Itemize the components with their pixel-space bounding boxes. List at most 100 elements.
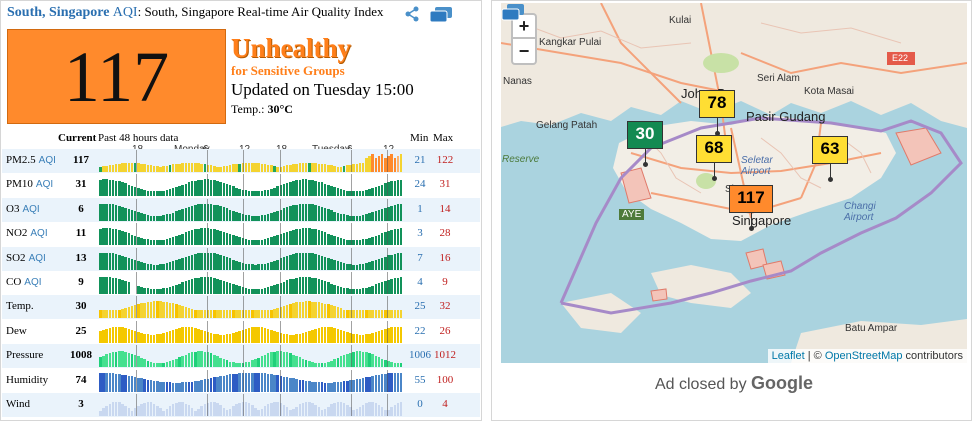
sparkline-bar (339, 402, 343, 416)
table-row[interactable]: O3 AQI 6 1 14 (2, 197, 480, 222)
history-sparkline[interactable] (99, 247, 403, 270)
sparkline-bar (257, 372, 260, 392)
city-link[interactable]: South, Singapore (7, 5, 109, 20)
sparkline-bar (238, 213, 241, 221)
sparkline-bar (216, 403, 219, 416)
sparkline-bar (162, 215, 165, 221)
sparkline-bar (187, 326, 191, 343)
sparkline-bar (273, 351, 276, 368)
sparkline-bar (171, 212, 175, 221)
current-value: 31 (75, 178, 87, 191)
sparkline-bar (311, 301, 314, 319)
aqi-link[interactable]: AQI (113, 5, 138, 20)
table-row[interactable]: SO2 AQI 13 7 16 (2, 246, 480, 271)
table-row[interactable]: PM2.5 AQI 117 21 122 (2, 149, 480, 173)
sparkline-bar (320, 302, 324, 319)
sparkline-bar (247, 403, 251, 416)
pollutant-unit: AQI (28, 252, 46, 264)
sparkline-bar (295, 302, 298, 319)
table-row[interactable]: NO2 AQI 11 3 28 (2, 222, 480, 246)
max-value: 4 (442, 398, 448, 410)
max-value: 31 (439, 178, 451, 191)
sparkline-bar (121, 255, 124, 270)
history-sparkline[interactable] (99, 223, 403, 246)
current-value: 9 (78, 276, 84, 288)
sparkline-gridline (387, 272, 388, 294)
history-sparkline[interactable] (99, 150, 403, 172)
osm-link[interactable]: OpenStreetMap (825, 350, 903, 362)
sparkline-gridline (136, 272, 137, 294)
sparkline-bar (105, 228, 108, 246)
window-icon[interactable] (429, 6, 453, 23)
history-sparkline[interactable] (99, 320, 403, 343)
max-value: 122 (436, 154, 454, 166)
history-sparkline[interactable] (99, 272, 403, 294)
share-icon[interactable] (404, 6, 420, 22)
sparkline-bar (390, 278, 393, 294)
sparkline-bar (273, 260, 276, 270)
sparkline-bar (152, 403, 156, 416)
sparkline-gridline (136, 345, 137, 368)
sparkline-bar (190, 230, 194, 246)
window-icon[interactable] (501, 3, 525, 21)
sparkline-bar (171, 382, 175, 392)
sparkline-bar (361, 310, 365, 319)
sparkline-bar (140, 357, 143, 368)
history-sparkline[interactable] (99, 296, 403, 319)
leaflet-link[interactable]: Leaflet (772, 350, 805, 362)
sparkline-bar (168, 302, 172, 319)
sparkline-bar (216, 310, 219, 319)
sparkline-bar (333, 235, 336, 246)
sparkline-gridline (243, 272, 244, 294)
aqi-marker[interactable]: 30 (627, 121, 663, 149)
sparkline-gridline (351, 223, 352, 246)
aqi-map[interactable]: + − Kangkar Pulai Kulai Johor Ba Seri Al… (501, 3, 967, 363)
zoom-out-button[interactable]: − (511, 39, 537, 65)
history-sparkline[interactable] (99, 394, 403, 416)
sparkline-bar (361, 163, 365, 172)
aqi-marker[interactable]: 68 (696, 135, 732, 163)
history-sparkline[interactable] (99, 174, 403, 197)
sparkline-bar (320, 255, 324, 270)
sparkline-bar (320, 382, 324, 392)
row-label: Dew (6, 325, 27, 337)
sparkline-bar (282, 257, 286, 270)
table-row[interactable]: Pressure 1008 1006 1012 (2, 344, 480, 369)
aqi-marker[interactable]: 63 (812, 136, 848, 164)
ad-closed-text: Ad closed by (654, 376, 747, 393)
aqi-marker[interactable]: 117 (729, 185, 773, 213)
sparkline-bar (314, 180, 317, 197)
sparkline-gridline (280, 150, 281, 172)
history-sparkline[interactable] (99, 369, 403, 392)
sparkline-bar (197, 228, 200, 246)
sparkline-bar (339, 356, 343, 368)
aqi-marker[interactable]: 78 (699, 90, 735, 118)
sparkline-bar (339, 166, 343, 172)
sparkline-bar (140, 332, 143, 343)
sparkline-bar (140, 163, 143, 172)
table-row[interactable]: Humidity 74 55 100 (2, 369, 480, 393)
sparkline-bar (216, 356, 219, 368)
table-row[interactable]: Wind 3 0 4 (2, 393, 480, 417)
sparkline-bar (311, 228, 314, 246)
history-sparkline[interactable] (99, 345, 403, 368)
sparkline-bar (228, 333, 232, 343)
sparkline-bar (200, 204, 203, 221)
sparkline-bar (187, 231, 191, 246)
map-label-pasir-gudang: Pasir Gudang (746, 109, 826, 124)
sparkline-gridline (387, 198, 388, 221)
sparkline-bar (358, 378, 362, 392)
sparkline-bar (311, 403, 314, 416)
sparkline-gridline (243, 174, 244, 197)
sparkline-bar (235, 260, 238, 270)
table-row[interactable]: CO AQI 9 4 9 (2, 271, 480, 295)
table-row[interactable]: Dew 25 22 26 (2, 320, 480, 344)
history-sparkline[interactable] (99, 198, 403, 221)
table-row[interactable]: Temp. 30 25 32 (2, 295, 480, 320)
sparkline-bar (130, 258, 134, 270)
sparkline-bar (200, 329, 203, 343)
max-value: 16 (439, 251, 451, 264)
sparkline-bar (238, 261, 241, 270)
sparkline-gridline (136, 223, 137, 246)
table-row[interactable]: PM10 AQI 31 24 31 (2, 173, 480, 197)
